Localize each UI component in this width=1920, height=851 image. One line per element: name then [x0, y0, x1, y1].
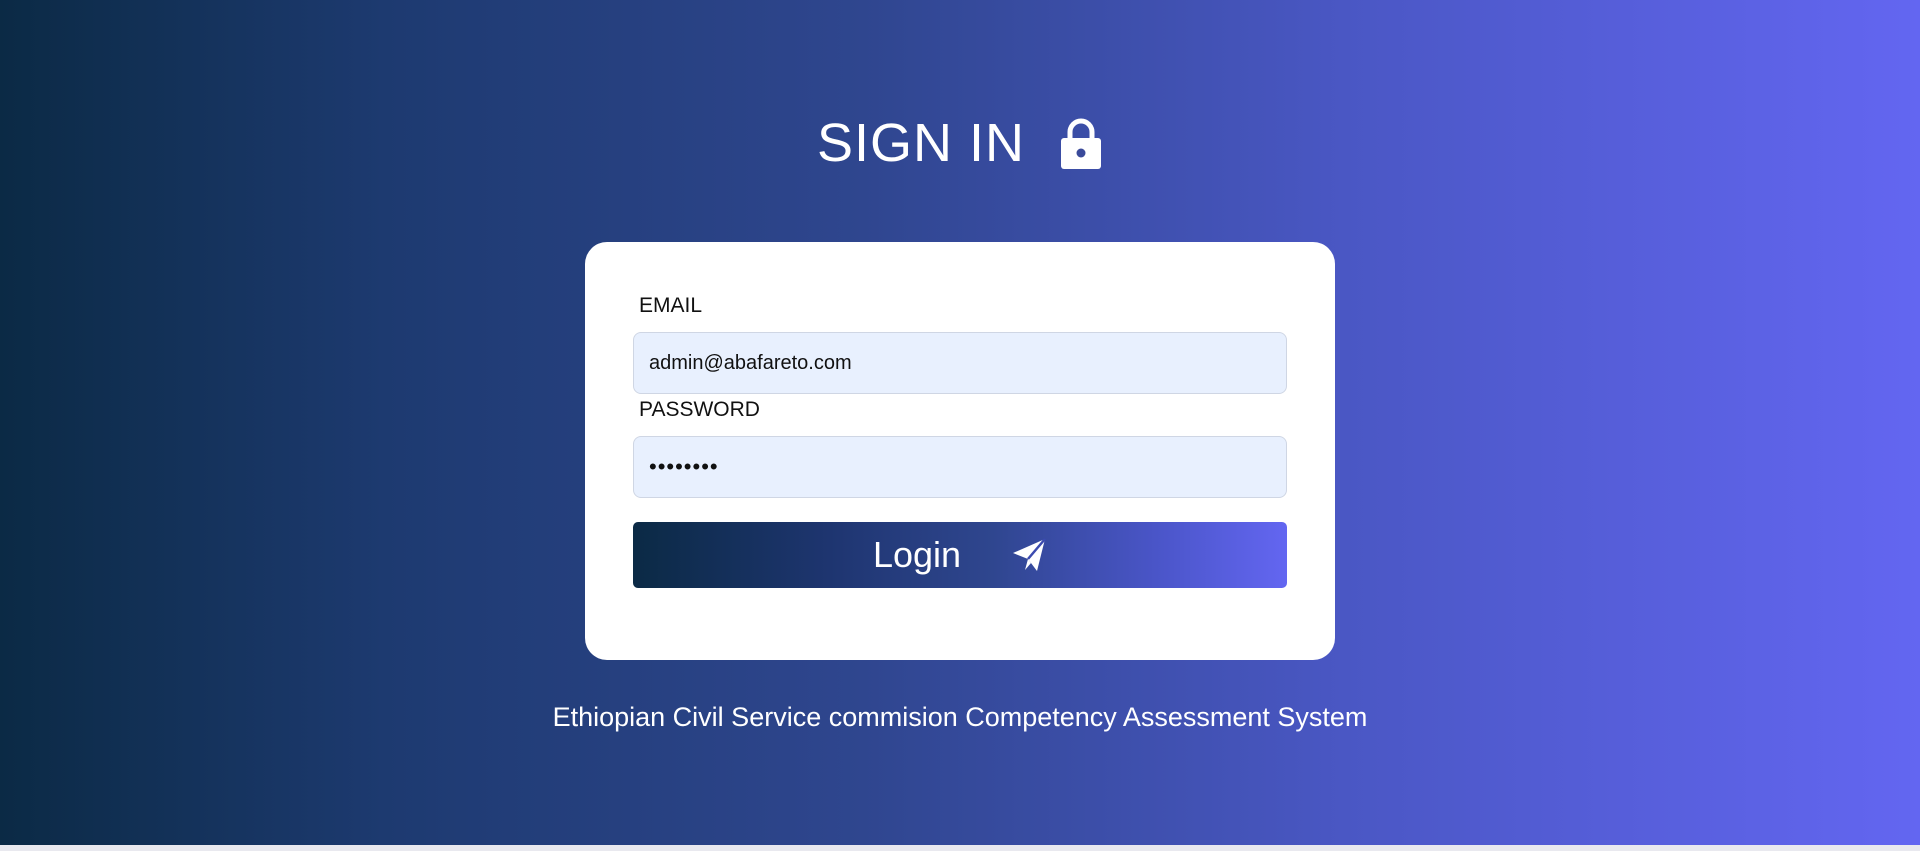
send-icon	[1013, 538, 1046, 571]
lock-icon	[1061, 118, 1102, 169]
login-page: SIGN IN EMAIL PASSWORD Login Ethiopian C…	[0, 0, 1920, 845]
login-button-label: Login	[872, 534, 962, 575]
email-label: EMAIL	[639, 294, 703, 317]
page-header: SIGN IN	[0, 108, 1920, 178]
email-input[interactable]	[633, 332, 1287, 394]
password-input[interactable]	[633, 436, 1287, 498]
bottom-divider	[0, 845, 1920, 851]
login-card: EMAIL PASSWORD Login	[585, 242, 1335, 660]
footer-system-name: Ethiopian Civil Service commision Compet…	[552, 702, 1368, 732]
login-button[interactable]: Login	[633, 522, 1287, 588]
password-label: PASSWORD	[639, 398, 760, 421]
page-title: SIGN IN	[816, 113, 1026, 173]
